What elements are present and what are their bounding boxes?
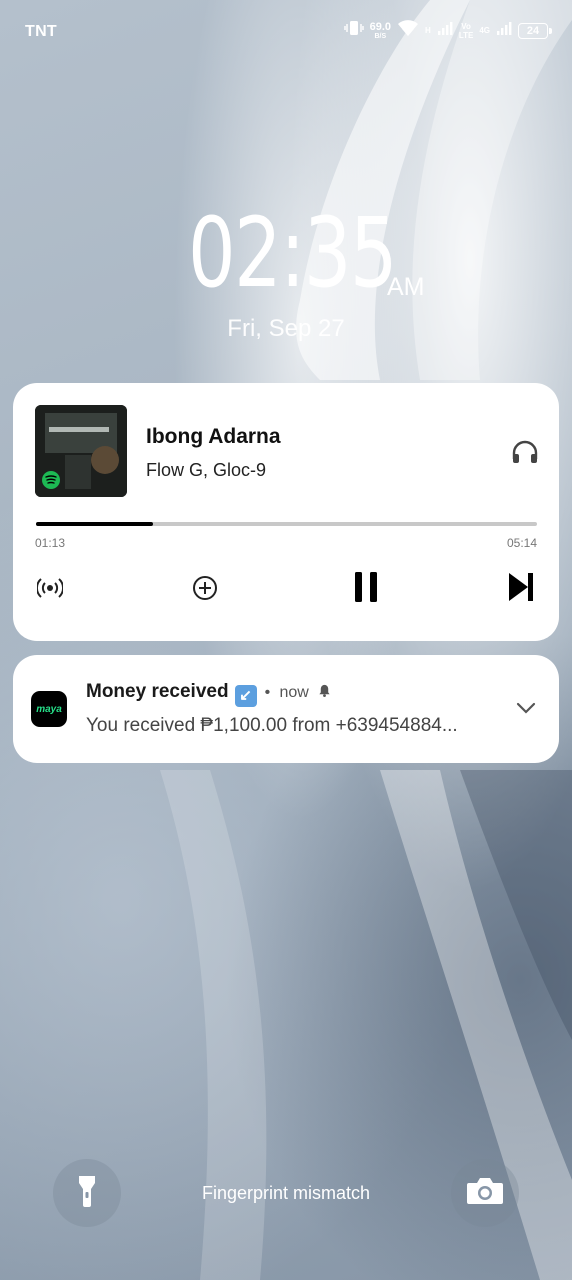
time-elapsed: 01:13 bbox=[35, 536, 66, 550]
lockscreen-clock: 02:35 AM bbox=[0, 205, 572, 315]
battery-level: 24 bbox=[526, 24, 540, 37]
signal-icon bbox=[437, 20, 453, 41]
notification-time: now bbox=[279, 684, 309, 701]
carrier-name: TNT bbox=[25, 23, 58, 40]
arrow-down-left-icon: ↙ bbox=[234, 685, 257, 707]
spotify-icon bbox=[42, 471, 60, 489]
headphones-icon[interactable] bbox=[511, 439, 539, 470]
add-icon[interactable] bbox=[190, 573, 220, 603]
battery-icon: 24 bbox=[518, 22, 552, 39]
track-artist: Flow G, Gloc-9 bbox=[146, 460, 267, 480]
progress-bar[interactable] bbox=[36, 522, 537, 526]
broadcast-icon[interactable] bbox=[35, 573, 65, 603]
skip-next-icon[interactable] bbox=[505, 569, 537, 605]
album-art bbox=[35, 405, 127, 497]
app-icon-text: maya bbox=[36, 703, 62, 715]
volte-bottom: LTE bbox=[458, 30, 474, 40]
network-speed: 69.0 B/S bbox=[369, 20, 392, 40]
vibrate-icon bbox=[343, 18, 364, 43]
pause-icon[interactable] bbox=[349, 569, 383, 605]
network-type-h: H bbox=[425, 26, 431, 35]
wifi-icon bbox=[397, 19, 419, 42]
volte-indicator: Vo LTE bbox=[459, 22, 474, 40]
camera-button[interactable] bbox=[451, 1159, 519, 1227]
network-type-4g: 4G bbox=[479, 26, 490, 35]
clock-date: Fri, Sep 27 bbox=[227, 315, 345, 342]
camera-icon bbox=[466, 1176, 504, 1211]
progress-fill bbox=[36, 522, 153, 526]
media-player-card[interactable]: Ibong Adarna Flow G, Gloc-9 01:13 05:14 bbox=[13, 383, 559, 641]
track-title: Ibong Adarna bbox=[146, 425, 281, 448]
time-total: 05:14 bbox=[506, 536, 537, 550]
chevron-down-icon[interactable] bbox=[515, 701, 537, 720]
network-speed-unit: B/S bbox=[374, 32, 387, 40]
network-speed-value: 69.0 bbox=[369, 20, 392, 33]
notification-body: You received ₱1,100.00 from +639454884..… bbox=[86, 715, 458, 736]
maya-app-icon: maya bbox=[31, 691, 67, 727]
notification-header: Money received ↙ • now bbox=[86, 681, 331, 707]
notification-separator: • bbox=[264, 684, 271, 701]
notification-card[interactable]: maya Money received ↙ • now You received ₱… bbox=[13, 655, 559, 763]
volte-top: Vo bbox=[461, 21, 471, 31]
clock-time: 02:35 bbox=[188, 197, 398, 309]
status-icons: 69.0 B/S H Vo LTE 4G 24 bbox=[343, 18, 552, 43]
status-bar: TNT 69.0 B/S H Vo LTE 4G 24 bbox=[0, 0, 572, 64]
signal-icon-2 bbox=[496, 20, 512, 41]
clock-ampm: AM bbox=[387, 273, 425, 301]
bell-icon bbox=[318, 681, 331, 702]
notification-title: Money received bbox=[86, 681, 229, 702]
